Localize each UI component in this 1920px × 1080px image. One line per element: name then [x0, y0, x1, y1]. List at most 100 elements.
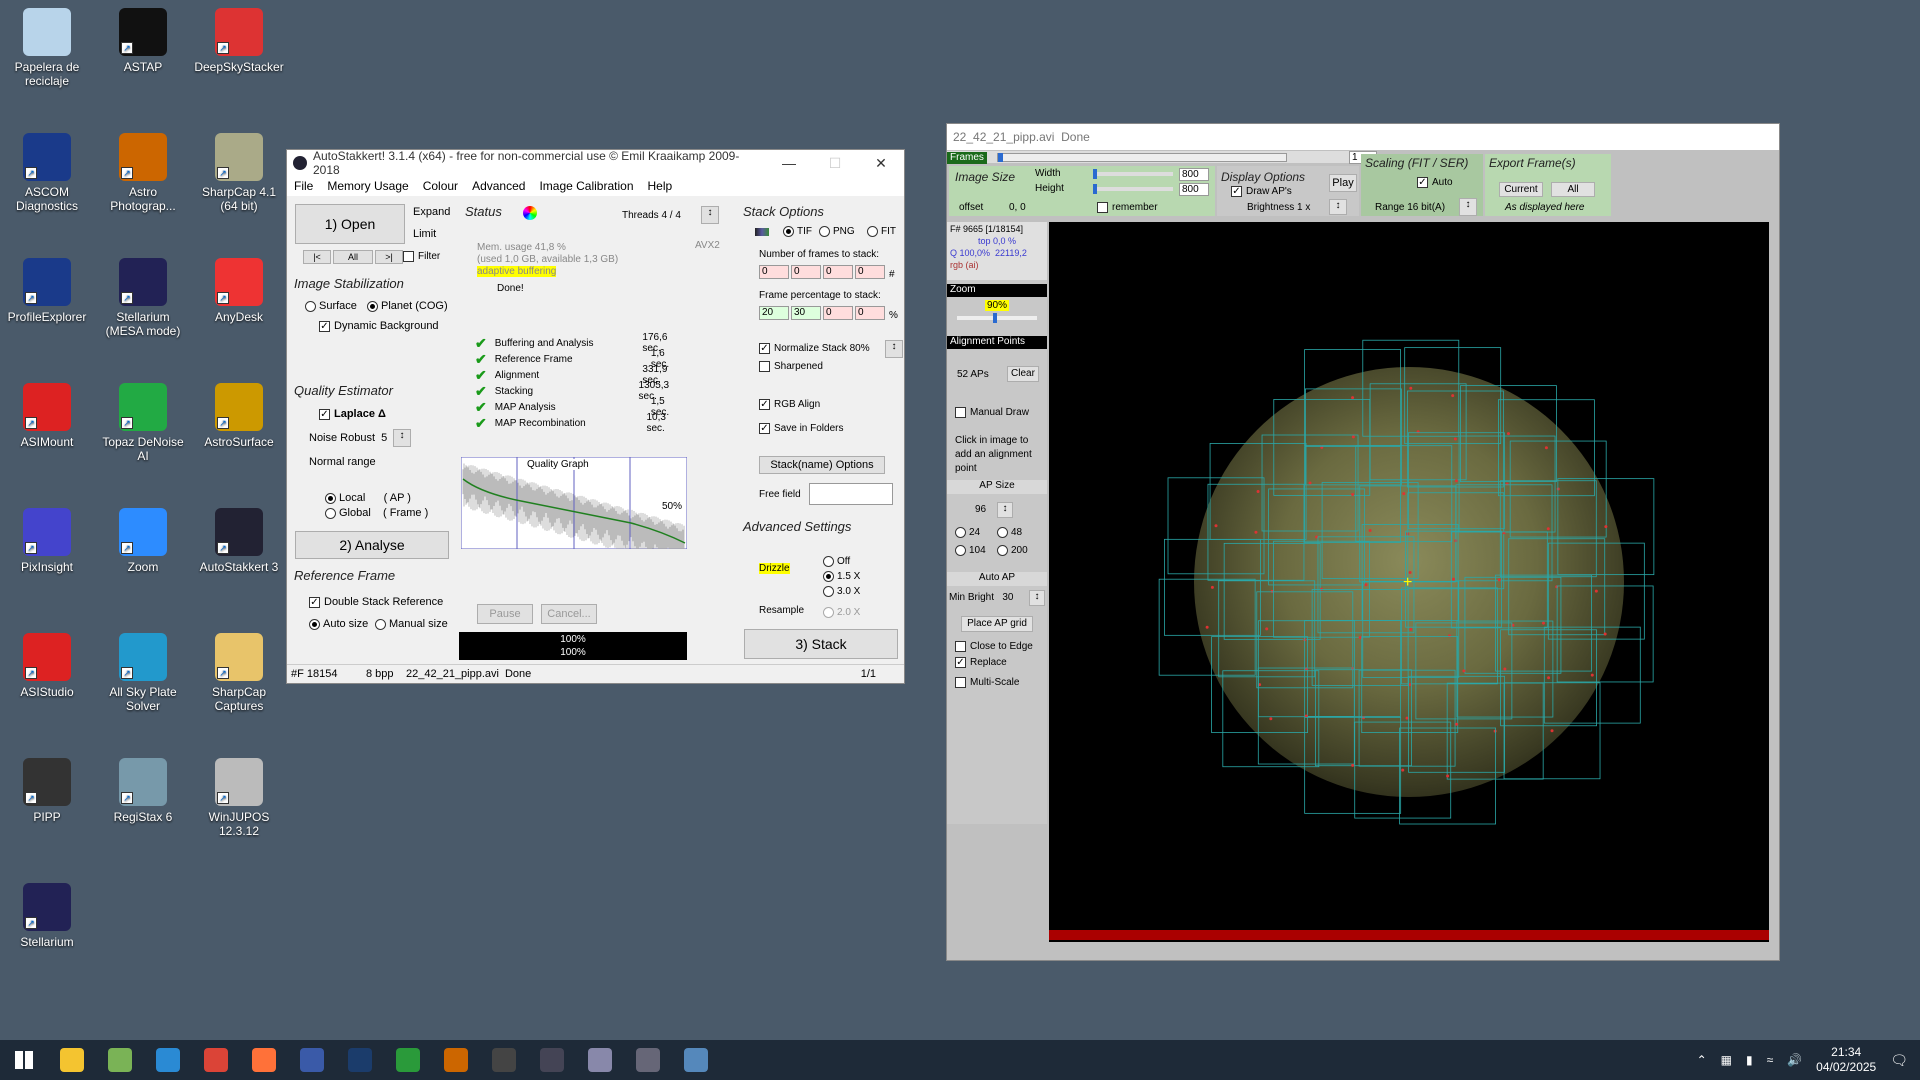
open-button[interactable]: 1) Open [295, 204, 405, 244]
desktop-icon[interactable]: ↗ ProfileExplorer [2, 258, 92, 324]
height-input[interactable]: 800 [1179, 183, 1209, 196]
frame-count-input[interactable]: 0 [791, 265, 821, 279]
zoom-slider[interactable] [957, 313, 1037, 323]
taskbar-app[interactable] [336, 1040, 384, 1080]
battery-icon[interactable]: ▮ [1746, 1053, 1753, 1067]
desktop-icon[interactable]: ↗ Astro Photograp... [98, 133, 188, 213]
desktop-icon[interactable]: ↗ SharpCap Captures [194, 633, 284, 713]
ap-size-24-radio[interactable]: 24 [955, 527, 980, 538]
laplace-checkbox[interactable]: ✓ Laplace Δ [319, 408, 386, 420]
taskbar-app[interactable] [672, 1040, 720, 1080]
desktop-icon[interactable]: ↗ PixInsight [2, 508, 92, 574]
stackname-options-button[interactable]: Stack(name) Options [759, 456, 885, 474]
desktop-icon[interactable]: ↗ RegiStax 6 [98, 758, 188, 824]
taskbar-app[interactable] [480, 1040, 528, 1080]
range-spinner[interactable]: ↕ [1459, 198, 1477, 216]
desktop-icon[interactable]: ↗ Stellarium (MESA mode) [98, 258, 188, 338]
desktop-icon[interactable]: ↗ Zoom [98, 508, 188, 574]
close-button[interactable]: ✕ [858, 155, 904, 172]
taskbar-app[interactable] [384, 1040, 432, 1080]
taskbar-app[interactable] [576, 1040, 624, 1080]
resample-2.0x-radio[interactable]: 2.0 X [823, 607, 860, 618]
volume-icon[interactable]: 🔊 [1787, 1053, 1802, 1067]
chevron-up-icon[interactable]: ⌃ [1697, 1053, 1707, 1067]
nav-all-button[interactable]: All [333, 250, 373, 264]
ap-size-200-radio[interactable]: 200 [997, 545, 1028, 556]
remember-checkbox[interactable]: remember [1097, 202, 1158, 213]
nav-last-button[interactable]: >| [375, 250, 403, 264]
taskbar-app[interactable] [624, 1040, 672, 1080]
export-all-button[interactable]: All [1551, 182, 1595, 197]
filter-checkbox[interactable]: Filter [403, 251, 440, 262]
desktop-icon[interactable]: ↗ ASTAP [98, 8, 188, 74]
desktop-icon[interactable]: ↗ AstroSurface [194, 383, 284, 449]
nav-first-button[interactable]: |< [303, 250, 331, 264]
drizzle-3.0x-radio[interactable]: 3.0 X [823, 586, 860, 597]
manual-draw-checkbox[interactable]: Manual Draw [955, 407, 1029, 418]
draw-aps-checkbox[interactable]: ✓ Draw AP's [1231, 186, 1292, 197]
frames-slider-thumb[interactable] [998, 153, 1003, 162]
menu-item[interactable]: Colour [416, 179, 465, 193]
drizzle-1.5x-radio[interactable]: 1.5 X [823, 571, 860, 582]
frame-percent-input[interactable]: 0 [855, 306, 885, 320]
drizzle-off-radio[interactable]: Off [823, 556, 850, 567]
desktop-icon[interactable]: ↗ ASIMount [2, 383, 92, 449]
wifi-icon[interactable]: ≈ [1767, 1053, 1774, 1067]
menu-item[interactable]: Memory Usage [320, 179, 415, 193]
brightness-spinner[interactable]: ↕ [1329, 199, 1347, 215]
analyse-button[interactable]: 2) Analyse [295, 531, 449, 559]
minimize-button[interactable]: — [766, 155, 812, 172]
fit-radio[interactable]: FIT [867, 226, 896, 237]
clear-aps-button[interactable]: Clear [1007, 366, 1039, 382]
taskbar-app[interactable] [48, 1040, 96, 1080]
planet-radio[interactable]: Planet (COG) [367, 300, 448, 312]
desktop-icon[interactable]: ↗ ASIStudio [2, 633, 92, 699]
menu-item[interactable]: Help [641, 179, 680, 193]
taskbar-app[interactable] [528, 1040, 576, 1080]
normalize-spinner[interactable]: ↕ [885, 340, 903, 358]
manual-size-radio[interactable]: Manual size [375, 618, 448, 630]
ap-size-104-radio[interactable]: 104 [955, 545, 986, 556]
multi-scale-checkbox[interactable]: Multi-Scale [955, 677, 1019, 688]
taskbar-app[interactable] [288, 1040, 336, 1080]
place-ap-grid-button[interactable]: Place AP grid [961, 616, 1033, 632]
desktop-icon[interactable]: ↗ PIPP [2, 758, 92, 824]
start-button[interactable] [0, 1040, 48, 1080]
surface-radio[interactable]: Surface [305, 300, 357, 312]
normalize-stack-checkbox[interactable]: ✓ Normalize Stack 80% [759, 343, 870, 354]
taskbar-app[interactable] [432, 1040, 480, 1080]
desktop-icon[interactable]: ↗ WinJUPOS 12.3.12 [194, 758, 284, 838]
taskbar-app[interactable] [96, 1040, 144, 1080]
play-button[interactable]: Play [1329, 174, 1357, 192]
free-field-input[interactable] [809, 483, 893, 505]
sharpened-checkbox[interactable]: Sharpened [759, 361, 823, 372]
local-radio[interactable]: Local ( AP ) [325, 492, 411, 504]
frames-slider[interactable] [997, 153, 1287, 162]
width-input[interactable]: 800 [1179, 168, 1209, 181]
pause-button[interactable]: Pause [477, 604, 533, 624]
taskbar-app[interactable] [192, 1040, 240, 1080]
replace-checkbox[interactable]: ✓ Replace [955, 657, 1007, 668]
double-stack-checkbox[interactable]: ✓ Double Stack Reference [309, 596, 443, 608]
ap-size-spinner[interactable]: ↕ [997, 502, 1013, 518]
taskbar-app[interactable] [240, 1040, 288, 1080]
frame-count-input[interactable]: 0 [823, 265, 853, 279]
menu-item[interactable]: File [287, 179, 320, 193]
frame-count-input[interactable]: 0 [759, 265, 789, 279]
desktop-icon[interactable]: ↗ Stellarium [2, 883, 92, 949]
frame-count-input[interactable]: 0 [855, 265, 885, 279]
ap-size-48-radio[interactable]: 48 [997, 527, 1022, 538]
frame-percent-input[interactable]: 0 [823, 306, 853, 320]
desktop-icon[interactable]: ↗ SharpCap 4.1 (64 bit) [194, 133, 284, 213]
save-in-folders-checkbox[interactable]: ✓ Save in Folders [759, 423, 843, 434]
png-radio[interactable]: PNG [819, 226, 855, 237]
close-to-edge-checkbox[interactable]: Close to Edge [955, 641, 1033, 652]
stack-button[interactable]: 3) Stack [744, 629, 898, 659]
frame-percent-input[interactable]: 20 [759, 306, 789, 320]
desktop-icon[interactable]: ↗ ASCOM Diagnostics [2, 133, 92, 213]
desktop-icon[interactable]: Papelera de reciclaje [2, 8, 92, 88]
global-radio[interactable]: Global ( Frame ) [325, 507, 428, 519]
noise-robust-spinner[interactable]: ↕ [393, 429, 411, 447]
min-bright-spinner[interactable]: ↕ [1029, 590, 1045, 606]
network-icon[interactable]: ▦ [1721, 1053, 1732, 1067]
